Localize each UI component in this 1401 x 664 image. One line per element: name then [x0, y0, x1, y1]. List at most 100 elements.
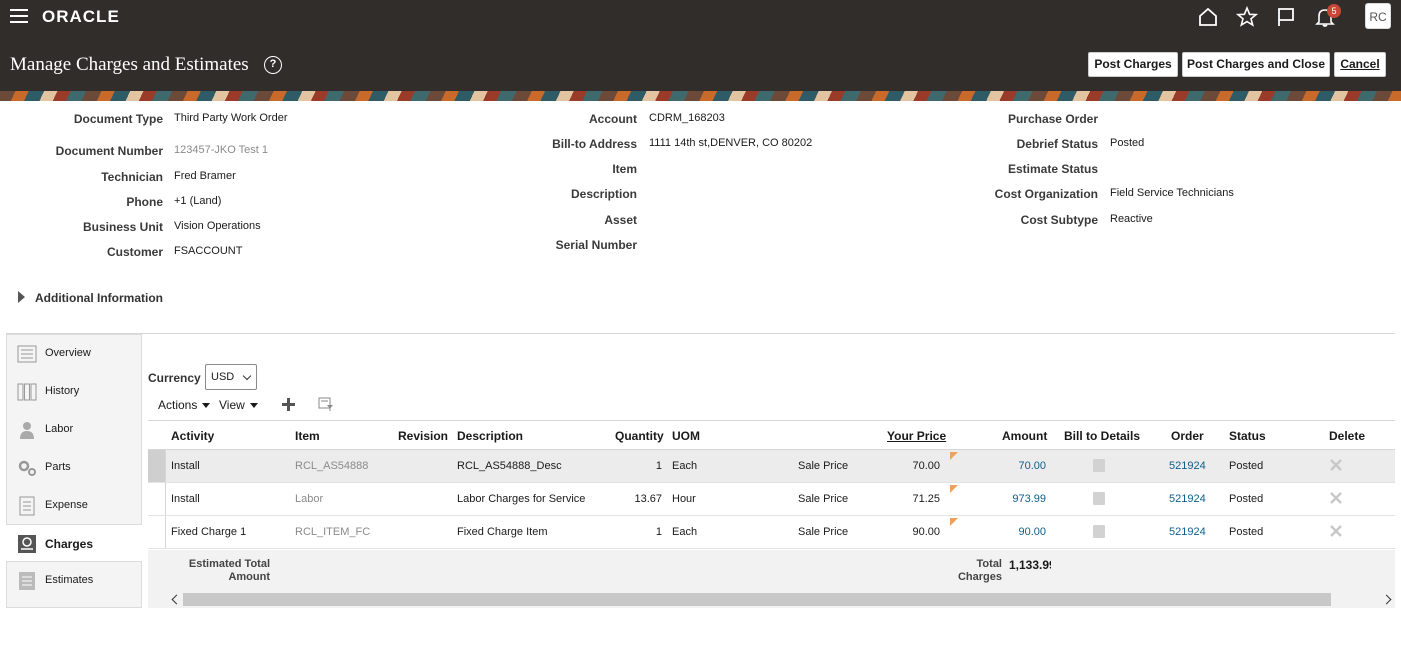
estimated-total-label-line2: Amount — [228, 571, 270, 583]
nav-item-estimates[interactable]: Estimates — [7, 562, 141, 600]
account-value: CDRM_168203 — [649, 112, 725, 124]
document-number-label: Document Number — [55, 144, 163, 158]
scrollbar-thumb[interactable] — [183, 593, 1331, 606]
col-quantity[interactable]: Quantity — [615, 429, 664, 443]
bill-to-details-icon[interactable] — [1093, 459, 1105, 472]
cell-amount[interactable]: 973.99 — [988, 493, 1046, 505]
table-row[interactable]: Install RCL_AS54888 RCL_AS54888_Desc 1 E… — [148, 450, 1395, 483]
cell-status: Posted — [1229, 493, 1264, 505]
cost-organization-value: Field Service Technicians — [1110, 187, 1234, 199]
bill-to-address-value: 1111 14th st,DENVER, CO 80202 — [649, 137, 813, 149]
query-by-example-icon[interactable] — [318, 397, 334, 412]
favorites-star-icon[interactable] — [1236, 6, 1258, 28]
cell-your-price[interactable]: 71.25 — [888, 493, 940, 505]
document-type-value: Third Party Work Order — [174, 112, 288, 124]
labor-person-icon — [20, 422, 34, 439]
page-header: Manage Charges and Estimates ? Post Char… — [0, 33, 1401, 91]
nav-label-estimates: Estimates — [45, 574, 94, 586]
cell-amount[interactable]: 70.00 — [988, 460, 1046, 472]
nav-label-history: History — [45, 385, 80, 397]
history-icon — [17, 383, 37, 401]
actions-label: Actions — [158, 398, 198, 412]
cell-status: Posted — [1229, 526, 1264, 538]
post-charges-button[interactable]: Post Charges — [1088, 52, 1178, 77]
bill-to-details-icon[interactable] — [1093, 492, 1105, 505]
hamburger-menu-icon[interactable] — [10, 9, 28, 23]
delete-x-icon[interactable] — [1329, 491, 1343, 505]
col-activity[interactable]: Activity — [171, 429, 214, 443]
bill-to-address-label: Bill-to Address — [552, 137, 637, 151]
cell-order[interactable]: 521924 — [1169, 526, 1206, 538]
col-your-price[interactable]: Your Price — [887, 429, 946, 443]
price-override-flag-icon — [950, 452, 958, 460]
technician-label: Technician — [101, 170, 163, 184]
cell-your-price[interactable]: 90.00 — [888, 526, 940, 538]
post-charges-and-close-button[interactable]: Post Charges and Close — [1182, 52, 1330, 77]
business-unit-value: Vision Operations — [174, 220, 261, 232]
notifications-bell[interactable]: 5 — [1314, 4, 1341, 28]
cell-amount[interactable]: 90.00 — [988, 526, 1046, 538]
description-label: Description — [570, 187, 637, 201]
cell-description: RCL_AS54888_Desc — [457, 460, 562, 472]
cell-your-price[interactable]: 70.00 — [888, 460, 940, 472]
row-selector[interactable] — [148, 450, 166, 482]
customer-value: FSACCOUNT — [174, 245, 243, 257]
bill-to-details-icon[interactable] — [1093, 525, 1105, 538]
cell-order[interactable]: 521924 — [1169, 493, 1206, 505]
col-delete[interactable]: Delete — [1329, 429, 1365, 443]
dropdown-arrow-icon — [249, 403, 258, 408]
col-amount[interactable]: Amount — [1002, 429, 1047, 443]
actions-menu[interactable]: Actions — [158, 398, 211, 412]
col-status[interactable]: Status — [1229, 429, 1266, 443]
nav-item-expense[interactable]: Expense — [7, 487, 141, 525]
nav-item-overview[interactable]: Overview — [7, 335, 141, 373]
view-label: View — [219, 398, 245, 412]
add-row-icon[interactable] — [282, 398, 295, 411]
table-row[interactable]: Fixed Charge 1 RCL_ITEM_FC Fixed Charge … — [148, 516, 1395, 549]
nav-item-labor[interactable]: Labor — [7, 411, 141, 449]
delete-x-icon[interactable] — [1329, 524, 1343, 538]
nav-label-expense: Expense — [45, 499, 88, 511]
currency-select[interactable]: USD — [205, 364, 257, 390]
col-bill-to-details[interactable]: Bill to Details — [1064, 429, 1140, 443]
estimated-total-amount-label: Estimated Total Amount — [170, 558, 270, 584]
nav-item-parts[interactable]: Parts — [7, 449, 141, 487]
table-row[interactable]: Install Labor Labor Charges for Service … — [148, 483, 1395, 516]
home-icon[interactable] — [1197, 6, 1219, 28]
cell-uom: Each — [672, 460, 698, 472]
cell-description: Fixed Charge Item — [457, 526, 548, 538]
oracle-logo[interactable]: ORACLE — [42, 7, 120, 27]
cell-order[interactable]: 521924 — [1169, 460, 1206, 472]
cell-item: RCL_AS54888 — [295, 460, 369, 472]
serial-number-label: Serial Number — [555, 238, 637, 252]
cell-price-type: Sale Price — [798, 526, 849, 538]
cell-activity: Install — [171, 460, 200, 472]
scroll-left-arrow-icon[interactable] — [171, 594, 182, 605]
help-icon[interactable]: ? — [264, 56, 282, 74]
cancel-button[interactable]: Cancel — [1334, 52, 1386, 77]
watchlist-flag-icon[interactable] — [1275, 6, 1297, 28]
nav-item-history[interactable]: History — [7, 373, 141, 411]
table-totals-row: Estimated Total Amount Total Charges 1,1… — [148, 550, 1395, 591]
nav-label-labor: Labor — [45, 423, 74, 435]
nav-label-parts: Parts — [45, 461, 71, 473]
chevron-down-icon — [242, 371, 252, 381]
row-selector[interactable] — [148, 483, 166, 515]
col-item[interactable]: Item — [295, 429, 320, 443]
delete-x-icon[interactable] — [1329, 458, 1343, 472]
horizontal-scrollbar[interactable] — [148, 591, 1395, 608]
cell-item: Labor — [295, 493, 324, 505]
global-header: ORACLE 5 RC — [0, 0, 1401, 33]
user-avatar[interactable]: RC — [1365, 3, 1391, 29]
row-selector[interactable] — [148, 516, 166, 548]
scroll-right-arrow-icon[interactable] — [1381, 594, 1392, 605]
additional-information-toggle[interactable]: Additional Information — [18, 291, 163, 305]
col-uom[interactable]: UOM — [672, 429, 700, 443]
col-order[interactable]: Order — [1171, 429, 1204, 443]
nav-item-charges[interactable]: Charges — [6, 524, 142, 562]
col-revision[interactable]: Revision — [398, 429, 448, 443]
view-menu[interactable]: View — [219, 398, 258, 412]
table-header: Activity Item Revision Description Quant… — [148, 420, 1395, 450]
col-description[interactable]: Description — [457, 429, 523, 443]
expense-document-icon — [19, 496, 35, 516]
